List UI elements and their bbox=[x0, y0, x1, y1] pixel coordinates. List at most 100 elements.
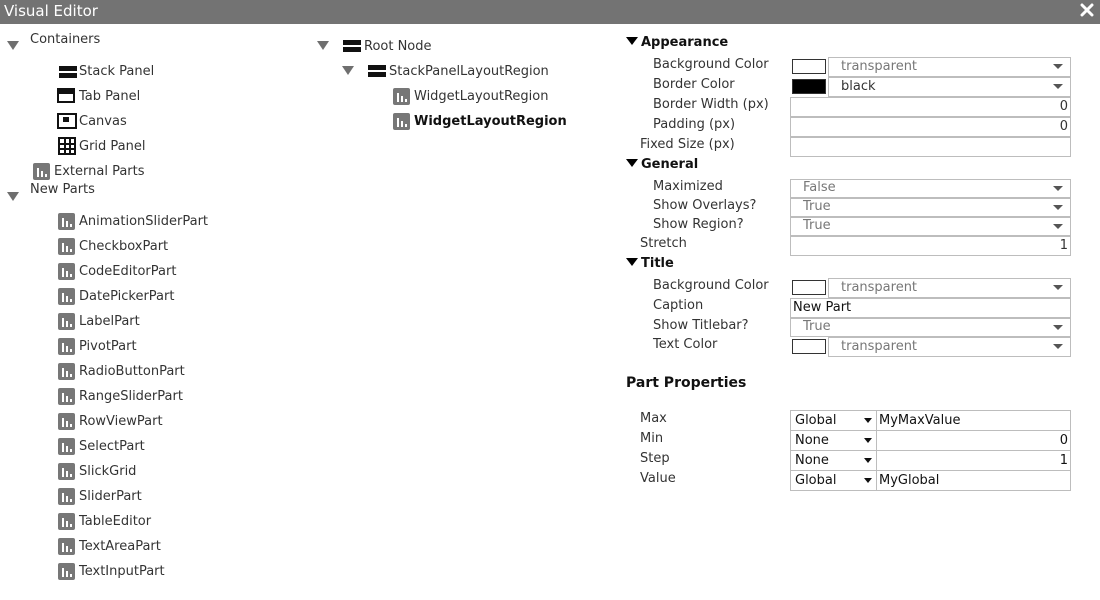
toolbox-item-part[interactable]: CheckboxPart bbox=[79, 239, 168, 254]
color-swatch[interactable] bbox=[792, 79, 826, 94]
max-value-input[interactable]: MyMaxValue bbox=[876, 410, 1071, 431]
new-parts-group-label[interactable]: New Parts bbox=[30, 182, 95, 197]
stack-panel-icon bbox=[368, 65, 386, 78]
max-scope-select[interactable]: Global bbox=[790, 410, 877, 431]
toolbox-item-part[interactable]: TableEditor bbox=[79, 514, 151, 529]
chevron-down-icon bbox=[1053, 224, 1063, 229]
fixed-size-input[interactable] bbox=[790, 137, 1071, 157]
chevron-down-icon bbox=[1053, 84, 1063, 89]
chevron-down-icon bbox=[1053, 285, 1063, 290]
toolbox-item-part[interactable]: SliderPart bbox=[79, 489, 142, 504]
background-color-select[interactable]: transparent bbox=[828, 57, 1071, 77]
toolbox-item-part[interactable]: AnimationSliderPart bbox=[79, 214, 208, 229]
collapse-title-icon[interactable] bbox=[626, 258, 638, 266]
select-value: transparent bbox=[841, 280, 918, 295]
section-appearance[interactable]: Appearance bbox=[641, 35, 728, 50]
input-value: 1 bbox=[1059, 453, 1068, 468]
color-swatch[interactable] bbox=[792, 280, 826, 295]
toolbox-item-part[interactable]: PivotPart bbox=[79, 339, 137, 354]
widget-icon bbox=[393, 88, 410, 105]
collapse-root-icon[interactable] bbox=[317, 41, 329, 50]
external-parts-label[interactable]: External Parts bbox=[54, 164, 145, 179]
toolbox-item-part[interactable]: RadioButtonPart bbox=[79, 364, 185, 379]
part-icon bbox=[58, 438, 75, 455]
part-icon bbox=[58, 338, 75, 355]
section-title[interactable]: Title bbox=[641, 256, 674, 271]
select-value: black bbox=[841, 79, 876, 94]
toolbox-item-part[interactable]: DatePickerPart bbox=[79, 289, 174, 304]
toolbox-item-part[interactable]: TextAreaPart bbox=[79, 539, 161, 554]
canvas-icon bbox=[57, 113, 77, 129]
prop-label: Maximized bbox=[653, 179, 723, 194]
toolbox-item-part[interactable]: RowViewPart bbox=[79, 414, 163, 429]
part-icon bbox=[58, 263, 75, 280]
toolbox-item-part[interactable]: SelectPart bbox=[79, 439, 145, 454]
toolbox-item-grid-panel[interactable]: Grid Panel bbox=[79, 139, 146, 154]
part-properties-title: Part Properties bbox=[626, 375, 747, 391]
input-value: 0 bbox=[1059, 433, 1068, 448]
stretch-input[interactable]: 1 bbox=[790, 236, 1071, 256]
collapse-new-parts-icon[interactable] bbox=[7, 192, 19, 201]
tab-panel-icon bbox=[57, 88, 75, 103]
caption-input[interactable]: New Part bbox=[790, 298, 1071, 318]
prop-label: Padding (px) bbox=[653, 117, 736, 132]
prop-label: Stretch bbox=[640, 236, 687, 251]
title-bg-color-select[interactable]: transparent bbox=[828, 278, 1071, 298]
input-value: 0 bbox=[1059, 99, 1068, 114]
select-value: False bbox=[803, 180, 836, 195]
tree-node-widget[interactable]: WidgetLayoutRegion bbox=[414, 89, 548, 104]
part-icon bbox=[58, 488, 75, 505]
stack-panel-icon bbox=[59, 66, 77, 79]
prop-label: Border Color bbox=[653, 77, 735, 92]
toolbox-item-tab-panel[interactable]: Tab Panel bbox=[79, 89, 140, 104]
step-value-input[interactable]: 1 bbox=[876, 450, 1071, 471]
color-swatch[interactable] bbox=[792, 59, 826, 74]
tree-node-widget-selected[interactable]: WidgetLayoutRegion bbox=[414, 114, 567, 129]
window-title: Visual Editor bbox=[4, 2, 98, 20]
collapse-region-icon[interactable] bbox=[342, 66, 354, 75]
color-swatch[interactable] bbox=[792, 339, 826, 354]
toolbox-item-part[interactable]: TextInputPart bbox=[79, 564, 165, 579]
toolbox-item-part[interactable]: LabelPart bbox=[79, 314, 140, 329]
part-icon bbox=[58, 288, 75, 305]
part-icon bbox=[58, 213, 75, 230]
tree-node-stack-region[interactable]: StackPanelLayoutRegion bbox=[389, 64, 549, 79]
border-width-input[interactable]: 0 bbox=[790, 97, 1071, 117]
show-region-select[interactable]: True bbox=[790, 217, 1071, 236]
border-color-select[interactable]: black bbox=[828, 77, 1071, 97]
window-titlebar: Visual Editor bbox=[0, 0, 1100, 24]
toolbox-item-part[interactable]: SlickGrid bbox=[79, 464, 136, 479]
maximized-select[interactable]: False bbox=[790, 179, 1071, 198]
section-general[interactable]: General bbox=[641, 157, 698, 172]
collapse-containers-icon[interactable] bbox=[7, 41, 19, 50]
min-scope-select[interactable]: None bbox=[790, 430, 877, 451]
grid-panel-icon bbox=[58, 137, 76, 155]
part-icon bbox=[58, 513, 75, 530]
input-value: 1 bbox=[1059, 238, 1068, 253]
chevron-down-icon bbox=[864, 458, 872, 463]
toolbox-item-part[interactable]: RangeSliderPart bbox=[79, 389, 183, 404]
collapse-appearance-icon[interactable] bbox=[626, 37, 638, 45]
input-value: New Part bbox=[793, 300, 852, 315]
part-icon bbox=[58, 238, 75, 255]
prop-label: Background Color bbox=[653, 278, 769, 293]
show-overlays-select[interactable]: True bbox=[790, 198, 1071, 217]
prop-label: Background Color bbox=[653, 57, 769, 72]
value-scope-select[interactable]: Global bbox=[790, 470, 877, 491]
show-titlebar-select[interactable]: True bbox=[790, 318, 1071, 337]
value-value-input[interactable]: MyGlobal bbox=[876, 470, 1071, 491]
collapse-general-icon[interactable] bbox=[626, 159, 638, 167]
toolbox-item-part[interactable]: CodeEditorPart bbox=[79, 264, 176, 279]
chevron-down-icon bbox=[864, 418, 872, 423]
toolbox-item-canvas[interactable]: Canvas bbox=[79, 114, 127, 129]
step-scope-select[interactable]: None bbox=[790, 450, 877, 471]
toolbox-item-stack-panel[interactable]: Stack Panel bbox=[79, 64, 154, 79]
containers-group-label[interactable]: Containers bbox=[30, 32, 100, 47]
tree-node-root[interactable]: Root Node bbox=[364, 39, 432, 54]
input-value: 0 bbox=[1059, 119, 1068, 134]
close-icon[interactable] bbox=[1080, 3, 1094, 17]
padding-input[interactable]: 0 bbox=[790, 117, 1071, 137]
stack-panel-icon bbox=[343, 40, 361, 53]
text-color-select[interactable]: transparent bbox=[828, 337, 1071, 357]
min-value-input[interactable]: 0 bbox=[876, 430, 1071, 451]
